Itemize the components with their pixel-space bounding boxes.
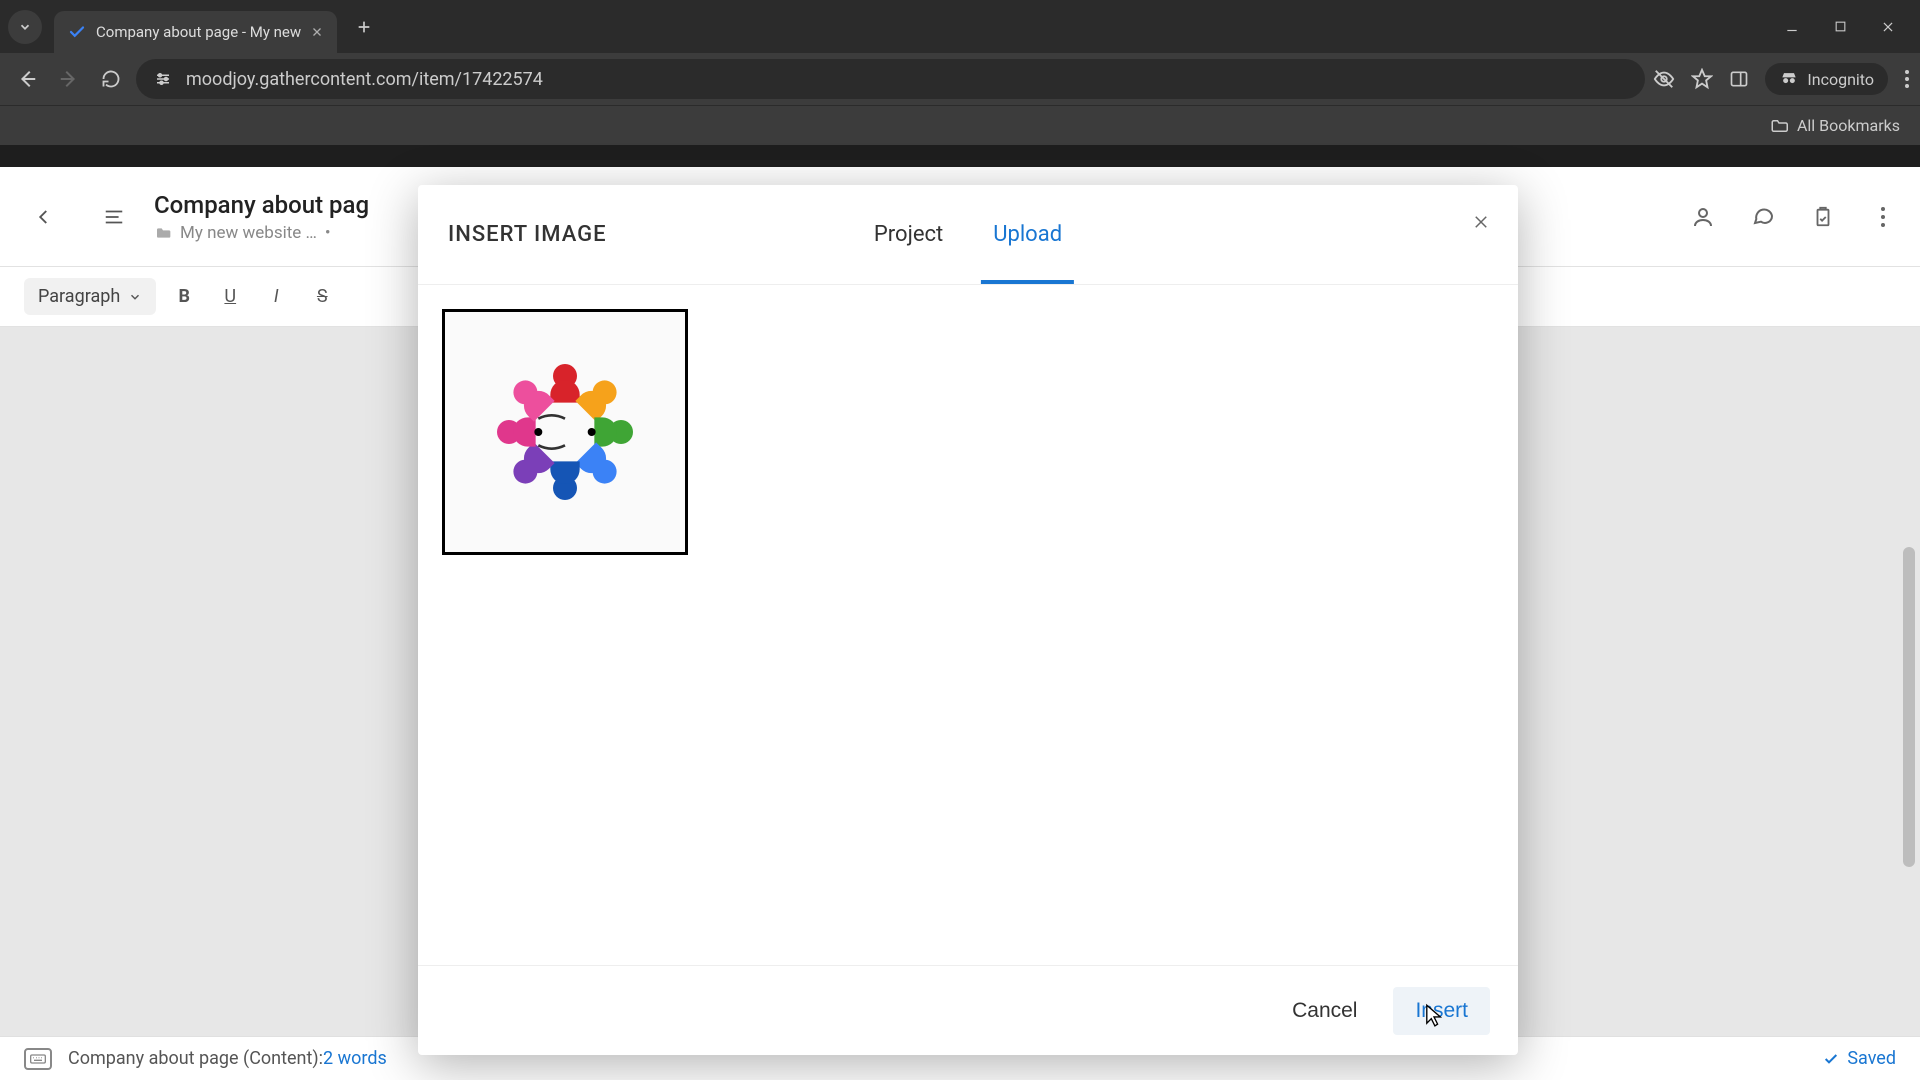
cancel-button[interactable]: Cancel xyxy=(1270,987,1379,1035)
modal-close-icon[interactable] xyxy=(1466,207,1496,237)
document-title: Company about pag xyxy=(154,191,369,219)
reload-button[interactable] xyxy=(94,62,128,96)
tab-title: Company about page - My new xyxy=(96,23,301,41)
breadcrumb: My new website … • xyxy=(154,223,369,243)
breadcrumb-project[interactable]: My new website … xyxy=(180,223,317,243)
tab-upload[interactable]: Upload xyxy=(993,185,1062,284)
modal-title: INSERT IMAGE xyxy=(448,222,607,247)
image-thumbnail[interactable] xyxy=(442,309,688,555)
incognito-label: Incognito xyxy=(1807,70,1874,89)
modal-footer: Cancel Insert xyxy=(418,965,1518,1055)
insert-image-modal: INSERT IMAGE Project Upload xyxy=(418,185,1518,1055)
word-count[interactable]: 2 words xyxy=(323,1048,387,1069)
vertical-scrollbar[interactable] xyxy=(1900,547,1918,1020)
app-back-button[interactable] xyxy=(24,197,64,237)
insert-button[interactable]: Insert xyxy=(1393,987,1490,1035)
keyboard-icon[interactable] xyxy=(24,1048,52,1070)
modal-tabs: Project Upload xyxy=(874,185,1062,284)
new-tab-button[interactable] xyxy=(347,10,381,44)
italic-button[interactable]: I xyxy=(258,279,294,315)
incognito-chip[interactable]: Incognito xyxy=(1765,63,1888,95)
saved-indicator: Saved xyxy=(1823,1048,1896,1069)
maximize-icon[interactable] xyxy=(1830,17,1850,37)
underline-button[interactable]: U xyxy=(212,279,248,315)
status-doc-label: Company about page (Content): xyxy=(68,1048,323,1069)
url-text: moodjoy.gathercontent.com/item/17422574 xyxy=(186,69,543,90)
saved-label: Saved xyxy=(1847,1048,1896,1069)
thumbnail-graphic-icon xyxy=(485,352,645,512)
site-settings-icon[interactable] xyxy=(152,68,174,90)
person-icon[interactable] xyxy=(1690,204,1716,230)
clipboard-icon[interactable] xyxy=(1810,204,1836,230)
sidebar-toggle-icon[interactable] xyxy=(94,197,134,237)
browser-tab[interactable]: Company about page - My new xyxy=(54,11,337,53)
strikethrough-button[interactable]: S xyxy=(304,279,340,315)
bookmark-star-icon[interactable] xyxy=(1691,68,1713,90)
modal-header: INSERT IMAGE Project Upload xyxy=(418,185,1518,285)
chrome-menu-icon[interactable] xyxy=(1904,69,1910,89)
all-bookmarks-button[interactable]: All Bookmarks xyxy=(1769,116,1900,135)
forward-button[interactable] xyxy=(52,62,86,96)
favicon-icon xyxy=(68,23,86,41)
more-menu-icon[interactable] xyxy=(1870,204,1896,230)
style-select-label: Paragraph xyxy=(38,286,120,307)
bookmarks-bar: All Bookmarks xyxy=(0,105,1920,145)
header-actions xyxy=(1690,204,1896,230)
chrome-toolbar: moodjoy.gathercontent.com/item/17422574 … xyxy=(0,53,1920,105)
folder-icon xyxy=(154,225,172,241)
chevron-down-icon xyxy=(128,290,142,304)
chrome-titlebar: Company about page - My new xyxy=(0,0,1920,53)
title-block: Company about pag My new website … • xyxy=(154,191,369,243)
check-icon xyxy=(1823,1051,1839,1067)
paragraph-style-select[interactable]: Paragraph xyxy=(24,278,156,315)
comments-icon[interactable] xyxy=(1750,204,1776,230)
window-controls xyxy=(1782,17,1912,37)
tab-project[interactable]: Project xyxy=(874,185,943,284)
eye-off-icon[interactable] xyxy=(1653,68,1675,90)
all-bookmarks-label: All Bookmarks xyxy=(1797,116,1900,135)
minimize-icon[interactable] xyxy=(1782,17,1802,37)
modal-body xyxy=(418,285,1518,965)
side-panel-icon[interactable] xyxy=(1729,69,1749,89)
address-bar[interactable]: moodjoy.gathercontent.com/item/17422574 xyxy=(136,59,1645,99)
breadcrumb-separator: • xyxy=(325,223,331,243)
back-button[interactable] xyxy=(10,62,44,96)
scrollbar-thumb[interactable] xyxy=(1903,547,1915,867)
tab-close-icon[interactable] xyxy=(311,26,323,38)
bold-button[interactable]: B xyxy=(166,279,202,315)
close-window-icon[interactable] xyxy=(1878,17,1898,37)
tab-search-button[interactable] xyxy=(8,10,42,44)
